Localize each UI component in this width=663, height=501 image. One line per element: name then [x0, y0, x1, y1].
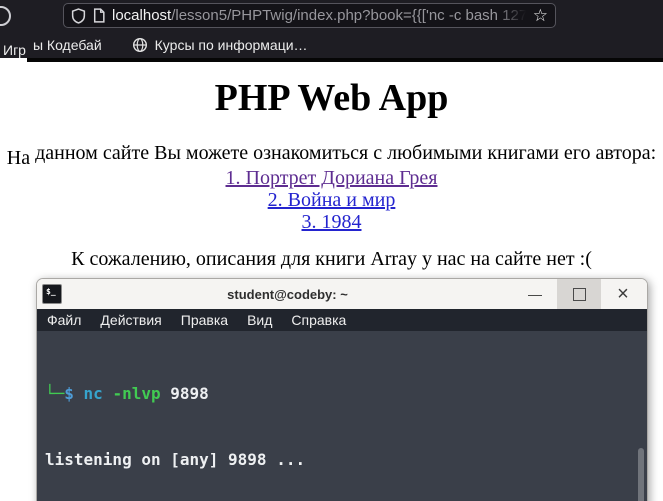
page-icon[interactable] — [93, 8, 105, 23]
terminal-window: $_ student@codeby: ~ — × Файл Действия П… — [36, 278, 648, 501]
page-title: PHP Web App — [214, 77, 449, 119]
menu-actions[interactable]: Действия — [100, 312, 161, 328]
terminal-titlebar[interactable]: $_ student@codeby: ~ — × — [37, 279, 647, 309]
page-top-border — [27, 58, 663, 62]
terminal-line: listening on [any] 9898 ... — [45, 450, 306, 469]
prompt-tail: └─ — [45, 384, 65, 403]
close-icon: × — [617, 283, 629, 305]
address-bar[interactable]: localhost/lesson5/PHPTwig/index.php?book… — [63, 3, 556, 28]
toolbar-partial-icon — [0, 6, 11, 26]
terminal-menubar: Файл Действия Правка Вид Справка — [37, 309, 647, 331]
url-text[interactable]: localhost/lesson5/PHPTwig/index.php?book… — [112, 4, 526, 27]
book-link-1[interactable]: 1. Портрет Дориана Грея — [0, 167, 663, 189]
terminal-output[interactable]: └─$ nc -nlvp 9898 listening on [any] 989… — [37, 331, 647, 501]
minimize-icon: — — [528, 286, 542, 302]
page-content: PHP Web App На данном сайте Вы можете оз… — [0, 76, 663, 270]
terminal-scrollbar[interactable] — [638, 448, 644, 501]
maximize-button[interactable] — [557, 279, 601, 309]
browser-toolbar: localhost/lesson5/PHPTwig/index.php?book… — [0, 0, 663, 58]
url-host: localhost — [112, 7, 172, 24]
close-button[interactable]: × — [601, 279, 645, 309]
intro-text: На данном сайте Вы можете ознакомиться с… — [0, 142, 663, 169]
intro-text-part: данном сайте Вы можете ознакомиться с лю… — [30, 142, 657, 164]
shield-icon[interactable] — [71, 7, 86, 24]
url-fade-overlay — [495, 4, 526, 27]
book-links: 1. Портрет Дориана Грея 2. Война и мир 3… — [0, 167, 663, 233]
command-text: nc — [83, 384, 103, 403]
terminal-prompt-line: └─$ nc -nlvp 9898 — [45, 383, 647, 405]
terminal-title: student@codeby: ~ — [227, 286, 348, 302]
terminal-app-icon: $_ — [42, 284, 62, 304]
window-controls: — × — [513, 279, 645, 309]
menu-file[interactable]: Файл — [47, 312, 81, 328]
url-path: /lesson5/PHPTwig/index.php?book={{['nc -… — [171, 7, 526, 24]
bookmark-label-part: ы Кодебай — [32, 36, 102, 53]
menu-help[interactable]: Справка — [291, 312, 346, 328]
book-link-2[interactable]: 2. Война и мир — [0, 189, 663, 211]
bookmark-kursy[interactable]: Курсы по информаци… — [132, 37, 308, 53]
minimize-button[interactable]: — — [513, 279, 557, 309]
bookmarks-bar: Игр ы Кодебай Курсы по информаци… — [0, 31, 663, 58]
bookmark-label: Курсы по информаци… — [154, 36, 308, 53]
menu-view[interactable]: Вид — [247, 312, 272, 328]
command-arg: 9898 — [170, 384, 209, 403]
bookmark-igry-kodebay[interactable]: Игр ы Кодебай — [3, 36, 102, 58]
book-link-3[interactable]: 3. 1984 — [0, 211, 663, 233]
bookmark-label-part: Игр — [3, 41, 26, 58]
command-flags: -nlvp — [112, 384, 161, 403]
maximize-icon — [572, 287, 586, 301]
prompt-symbol: $ — [64, 384, 74, 403]
bookmark-star-icon[interactable]: ☆ — [533, 6, 548, 26]
no-description-message: К сожалению, описания для книги Array у … — [71, 248, 592, 270]
intro-text-part: На — [6, 147, 31, 169]
menu-edit[interactable]: Правка — [181, 312, 228, 328]
globe-icon — [132, 37, 147, 52]
